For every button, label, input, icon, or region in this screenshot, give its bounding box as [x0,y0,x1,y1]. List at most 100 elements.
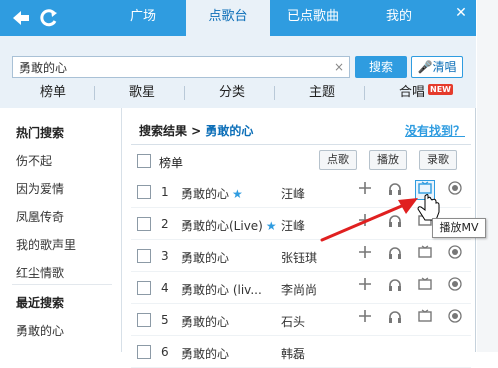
headphones-icon[interactable] [385,309,405,329]
song-title[interactable]: 勇敢的心 ★ [181,185,243,202]
headphones-icon[interactable] [385,213,405,233]
back-arrow-icon[interactable] [10,7,32,29]
row-number: 5 [161,313,169,327]
tab-song-station[interactable]: 点歌台 [186,0,270,36]
artist-name[interactable]: 汪峰 [281,217,305,234]
star-icon: ★ [265,219,277,233]
record-circle-icon[interactable] [445,277,465,297]
order-song-button[interactable]: 点歌 [319,150,357,170]
sidebar: 热门搜索 伤不起 因为爱情 凤凰传奇 我的歌声里 红尘情歌 最近搜索 勇敢的心 [0,108,122,352]
qingchang-button[interactable]: 🎤清唱 [411,56,463,78]
add-icon[interactable] [355,181,375,201]
headphones-icon[interactable] [385,181,405,201]
category-singer[interactable]: 歌星 [106,80,178,106]
row-checkbox[interactable] [137,345,151,359]
row-checkbox[interactable] [137,281,151,295]
search-button[interactable]: 搜索 [355,56,407,78]
select-all-checkbox[interactable] [137,154,151,168]
not-found-link[interactable]: 没有找到？ [405,122,465,139]
record-button[interactable]: 录歌 [419,150,457,170]
record-circle-icon[interactable] [445,181,465,201]
hot-search-item[interactable]: 红尘情歌 [16,264,64,281]
row-checkbox[interactable] [137,249,151,263]
top-nav-bar: 广场 点歌台 已点歌曲 我的 ✕ [0,0,476,36]
song-title[interactable]: 勇敢的心 [181,313,229,330]
table-row[interactable]: 6 勇敢的心 韩磊 [131,336,471,368]
row-number: 6 [161,345,169,359]
table-row[interactable]: 3 勇敢的心 张钰琪 [131,240,471,272]
clear-icon[interactable]: × [334,60,344,74]
row-number: 1 [161,185,169,199]
tab-ordered-songs[interactable]: 已点歌曲 [270,0,356,36]
add-icon[interactable] [355,309,375,329]
row-checkbox[interactable] [137,313,151,327]
tab-plaza[interactable]: 广场 [100,0,186,36]
song-title[interactable]: 勇敢的心 [181,345,229,362]
divider [12,284,112,285]
star-icon: ★ [232,187,243,201]
hot-search-item[interactable]: 我的歌声里 [16,236,76,253]
hot-search-item[interactable]: 因为爱情 [16,180,64,197]
close-icon[interactable]: ✕ [452,4,470,22]
new-badge: NEW [428,84,453,95]
row-number: 3 [161,249,169,263]
table-row[interactable]: 4 勇敢的心 (liv... 李尚尚 [131,272,471,304]
play-button[interactable]: 播放 [369,150,407,170]
tab-mine[interactable]: 我的 [356,0,442,36]
tooltip: 播放MV [432,218,486,238]
divider [94,86,95,100]
headphones-icon[interactable] [385,277,405,297]
add-icon[interactable] [355,245,375,265]
row-checkbox[interactable] [137,185,151,199]
table-row[interactable]: 1 勇敢的心 ★ 汪峰 [131,176,471,208]
table-row[interactable]: 5 勇敢的心 石头 [131,304,471,336]
divider [364,86,365,100]
refresh-icon[interactable] [38,7,60,29]
row-checkbox[interactable] [137,217,151,231]
recent-search-title: 最近搜索 [16,296,65,310]
record-circle-icon[interactable] [445,309,465,329]
artist-name[interactable]: 李尚尚 [281,281,317,298]
breadcrumb: 搜索结果 > 勇敢的心 [139,122,253,139]
divider [274,86,275,100]
row-number: 2 [161,217,169,231]
search-input[interactable] [12,56,350,78]
song-title[interactable]: 勇敢的心 [181,249,229,266]
song-title-text: 勇敢的心(Live) [181,219,263,233]
hot-search-item[interactable]: 凤凰传奇 [16,208,64,225]
artist-name[interactable]: 石头 [281,313,305,330]
ktv-app-window: 广场 点歌台 已点歌曲 我的 ✕ × 搜索 🎤清唱 榜单 歌星 分类 主题 合唱… [0,0,476,368]
mv-icon[interactable] [415,245,435,265]
add-icon[interactable] [355,277,375,297]
table-row[interactable]: 2 勇敢的心(Live) ★ 汪峰 [131,208,471,240]
category-chart[interactable]: 榜单 [18,80,88,106]
mv-icon[interactable] [415,180,435,200]
category-bar: 榜单 歌星 分类 主题 合唱 [0,80,476,106]
song-title-text: 勇敢的心 [181,187,230,201]
song-title[interactable]: 勇敢的心(Live) ★ [181,217,277,234]
hot-search-item[interactable]: 伤不起 [16,152,52,169]
artist-name[interactable]: 汪峰 [281,185,305,202]
category-theme[interactable]: 主题 [286,80,358,106]
song-title[interactable]: 勇敢的心 (liv... [181,281,262,298]
artist-name[interactable]: 韩磊 [281,345,305,362]
qingchang-label: 清唱 [432,60,457,74]
results-panel: 搜索结果 > 勇敢的心 没有找到？ 榜单 点歌 播放 录歌 1 勇敢的心 ★ 汪峰… [123,108,475,368]
mv-icon[interactable] [415,277,435,297]
breadcrumb-keyword: 勇敢的心 [205,124,254,138]
record-circle-icon[interactable] [445,245,465,265]
mv-icon[interactable] [415,309,435,329]
breadcrumb-prefix: 搜索结果 > [139,124,202,138]
microphone-icon: 🎤 [417,60,433,74]
artist-name[interactable]: 张钰琪 [281,249,317,266]
hot-search-title: 热门搜索 [16,126,65,140]
recent-search-item[interactable]: 勇敢的心 [16,322,64,339]
row-number: 4 [161,281,169,295]
category-genre[interactable]: 分类 [196,80,268,106]
background-window-edge [477,0,498,352]
headphones-icon[interactable] [385,245,405,265]
divider [131,144,471,145]
add-icon[interactable] [355,213,375,233]
divider [184,86,185,100]
list-header-label: 榜单 [159,156,184,170]
